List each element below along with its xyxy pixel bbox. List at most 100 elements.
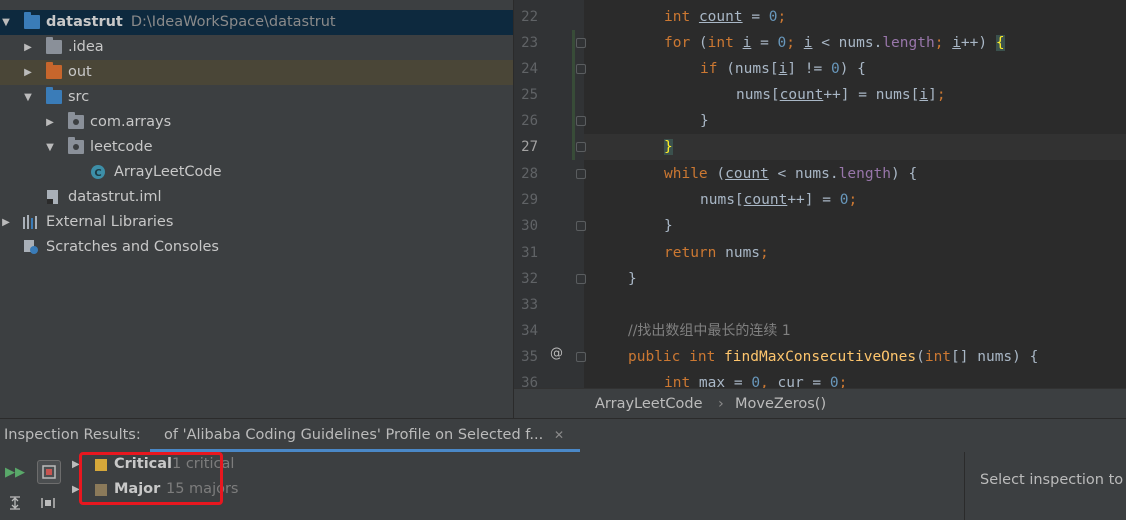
line-number: 23 bbox=[521, 35, 538, 51]
close-icon[interactable]: ✕ bbox=[554, 419, 564, 452]
breadcrumb-item-class[interactable]: ArrayLeetCode bbox=[595, 389, 703, 419]
project-tool-window: ▼ datastrut D:\IdeaWorkSpace\datastrut ▶ … bbox=[0, 0, 513, 418]
code-line: nums[count++] = 0; bbox=[700, 192, 858, 208]
inspection-results-tree[interactable]: ▶ Critical 1 critical ▶ Major 15 majors bbox=[66, 452, 964, 520]
tree-item-label: out bbox=[68, 64, 92, 80]
module-folder-icon bbox=[24, 12, 40, 29]
chevron-right-icon[interactable]: ▶ bbox=[72, 477, 80, 502]
tree-item-com-arrays[interactable]: ▶ com.arrays bbox=[0, 110, 513, 135]
code-line: int count = 0; bbox=[664, 9, 787, 25]
code-line: } bbox=[700, 113, 709, 129]
group-by-severity-icon[interactable] bbox=[37, 460, 61, 484]
tree-item-scratches[interactable]: Scratches and Consoles bbox=[0, 235, 513, 260]
tree-item-label: .idea bbox=[68, 39, 104, 55]
code-line: nums[count++] = nums[i]; bbox=[736, 87, 946, 103]
inspection-toolbar: ▶▶ bbox=[0, 452, 66, 520]
tree-item-arrayleetcode[interactable]: C ArrayLeetCode bbox=[0, 160, 513, 185]
tree-item-label: src bbox=[68, 89, 90, 105]
line-number: 31 bbox=[521, 245, 538, 261]
code-line: while (count < nums.length) { bbox=[664, 166, 918, 182]
result-row-major[interactable]: ▶ Major 15 majors bbox=[66, 477, 366, 502]
code-line: } bbox=[664, 218, 673, 234]
critical-severity-icon bbox=[95, 459, 107, 471]
line-number: 28 bbox=[521, 166, 538, 182]
tree-item-label: datastrut.iml bbox=[68, 189, 162, 205]
tree-item-label: com.arrays bbox=[90, 114, 172, 130]
group-by-directory-icon[interactable] bbox=[37, 492, 59, 514]
svg-text:C: C bbox=[94, 168, 101, 179]
code-line: if (nums[i] != 0) { bbox=[700, 61, 866, 77]
folder-icon bbox=[46, 37, 62, 54]
libraries-icon bbox=[22, 214, 40, 230]
severity-count: 15 majors bbox=[166, 481, 239, 497]
fold-marker-icon[interactable] bbox=[576, 169, 586, 179]
inspection-tab[interactable]: of 'Alibaba Coding Guidelines' Profile o… bbox=[150, 419, 580, 452]
fold-marker-icon[interactable] bbox=[576, 274, 586, 284]
chevron-right-icon[interactable]: ▶ bbox=[0, 210, 12, 235]
tree-item-datastrut[interactable]: ▼ datastrut D:\IdeaWorkSpace\datastrut bbox=[0, 10, 513, 35]
iml-file-icon bbox=[46, 189, 60, 205]
line-number: 29 bbox=[521, 192, 538, 208]
inspection-header: Inspection Results: of 'Alibaba Coding G… bbox=[0, 419, 1126, 452]
code-line: } bbox=[628, 271, 637, 287]
severity-count: 1 critical bbox=[172, 456, 235, 472]
line-number: 34 bbox=[521, 323, 538, 339]
tree-item-src[interactable]: ▼ src bbox=[0, 85, 513, 110]
inspection-results-panel: Inspection Results: of 'Alibaba Coding G… bbox=[0, 418, 1126, 520]
project-header-strip bbox=[0, 0, 513, 8]
fold-marker-icon[interactable] bbox=[576, 142, 586, 152]
vcs-change-marker bbox=[572, 30, 575, 160]
severity-name: Critical bbox=[114, 456, 173, 472]
package-icon bbox=[68, 112, 84, 129]
tree-item-idea[interactable]: ▶ .idea bbox=[0, 35, 513, 60]
tree-item-label: Scratches and Consoles bbox=[46, 239, 219, 255]
code-line: return nums; bbox=[664, 245, 769, 261]
line-number: 24 bbox=[521, 61, 538, 77]
code-line: } bbox=[664, 139, 673, 155]
tree-item-datastrut-iml[interactable]: datastrut.iml bbox=[0, 185, 513, 210]
line-number: 33 bbox=[521, 297, 538, 313]
tree-item-leetcode[interactable]: ▼ leetcode bbox=[0, 135, 513, 160]
tree-item-label: External Libraries bbox=[46, 214, 174, 230]
tree-item-label: leetcode bbox=[90, 139, 153, 155]
chevron-right-icon[interactable]: ▶ bbox=[72, 452, 80, 477]
tree-item-external-libraries[interactable]: ▶ External Libraries bbox=[0, 210, 513, 235]
tree-item-out[interactable]: ▶ out bbox=[0, 60, 513, 85]
line-number: 32 bbox=[521, 271, 538, 287]
line-number: 25 bbox=[521, 87, 538, 103]
fold-marker-icon[interactable] bbox=[576, 352, 586, 362]
rerun-icon[interactable]: ▶▶ bbox=[4, 462, 26, 484]
fold-marker-icon[interactable] bbox=[576, 38, 586, 48]
result-row-critical[interactable]: ▶ Critical 1 critical bbox=[66, 452, 366, 477]
major-severity-icon bbox=[95, 484, 107, 496]
fold-marker-icon[interactable] bbox=[576, 116, 586, 126]
tree-item-path: D:\IdeaWorkSpace\datastrut bbox=[130, 14, 336, 30]
line-number: 27 bbox=[521, 139, 538, 155]
detail-placeholder: Select inspection to bbox=[980, 472, 1124, 488]
chevron-down-icon[interactable]: ▼ bbox=[44, 135, 56, 160]
class-icon: C bbox=[90, 164, 106, 180]
chevron-right-icon[interactable]: ▶ bbox=[22, 35, 34, 60]
code-line: public int findMaxConsecutiveOnes(int[] … bbox=[628, 349, 1039, 365]
code-editor[interactable]: 22 23 24 25 26 27 28 29 30 31 32 33 34 3… bbox=[514, 0, 1126, 388]
inspection-tab-label: of 'Alibaba Coding Guidelines' Profile o… bbox=[164, 427, 544, 443]
chevron-right-icon[interactable]: ▶ bbox=[22, 60, 34, 85]
breadcrumb-item-method[interactable]: MoveZeros() bbox=[735, 389, 826, 419]
code-comment: //找出数组中最长的连续 1 bbox=[628, 323, 791, 339]
chevron-down-icon[interactable]: ▼ bbox=[22, 85, 34, 110]
package-icon bbox=[68, 137, 84, 154]
override-marker-icon[interactable]: @ bbox=[550, 346, 563, 361]
chevron-down-icon[interactable]: ▼ bbox=[0, 10, 12, 35]
breadcrumb-separator: › bbox=[718, 396, 724, 412]
chevron-right-icon[interactable]: ▶ bbox=[44, 110, 56, 135]
severity-name: Major bbox=[114, 481, 161, 497]
fold-marker-icon[interactable] bbox=[576, 221, 586, 231]
line-number: 30 bbox=[521, 218, 538, 234]
inspection-detail-pane: Select inspection to bbox=[964, 452, 1126, 520]
expand-all-icon[interactable] bbox=[4, 492, 26, 514]
line-number: 22 bbox=[521, 9, 538, 25]
fold-marker-icon[interactable] bbox=[576, 64, 586, 74]
scratches-icon bbox=[22, 239, 40, 255]
line-number: 35 bbox=[521, 349, 538, 365]
source-folder-icon bbox=[46, 87, 62, 104]
